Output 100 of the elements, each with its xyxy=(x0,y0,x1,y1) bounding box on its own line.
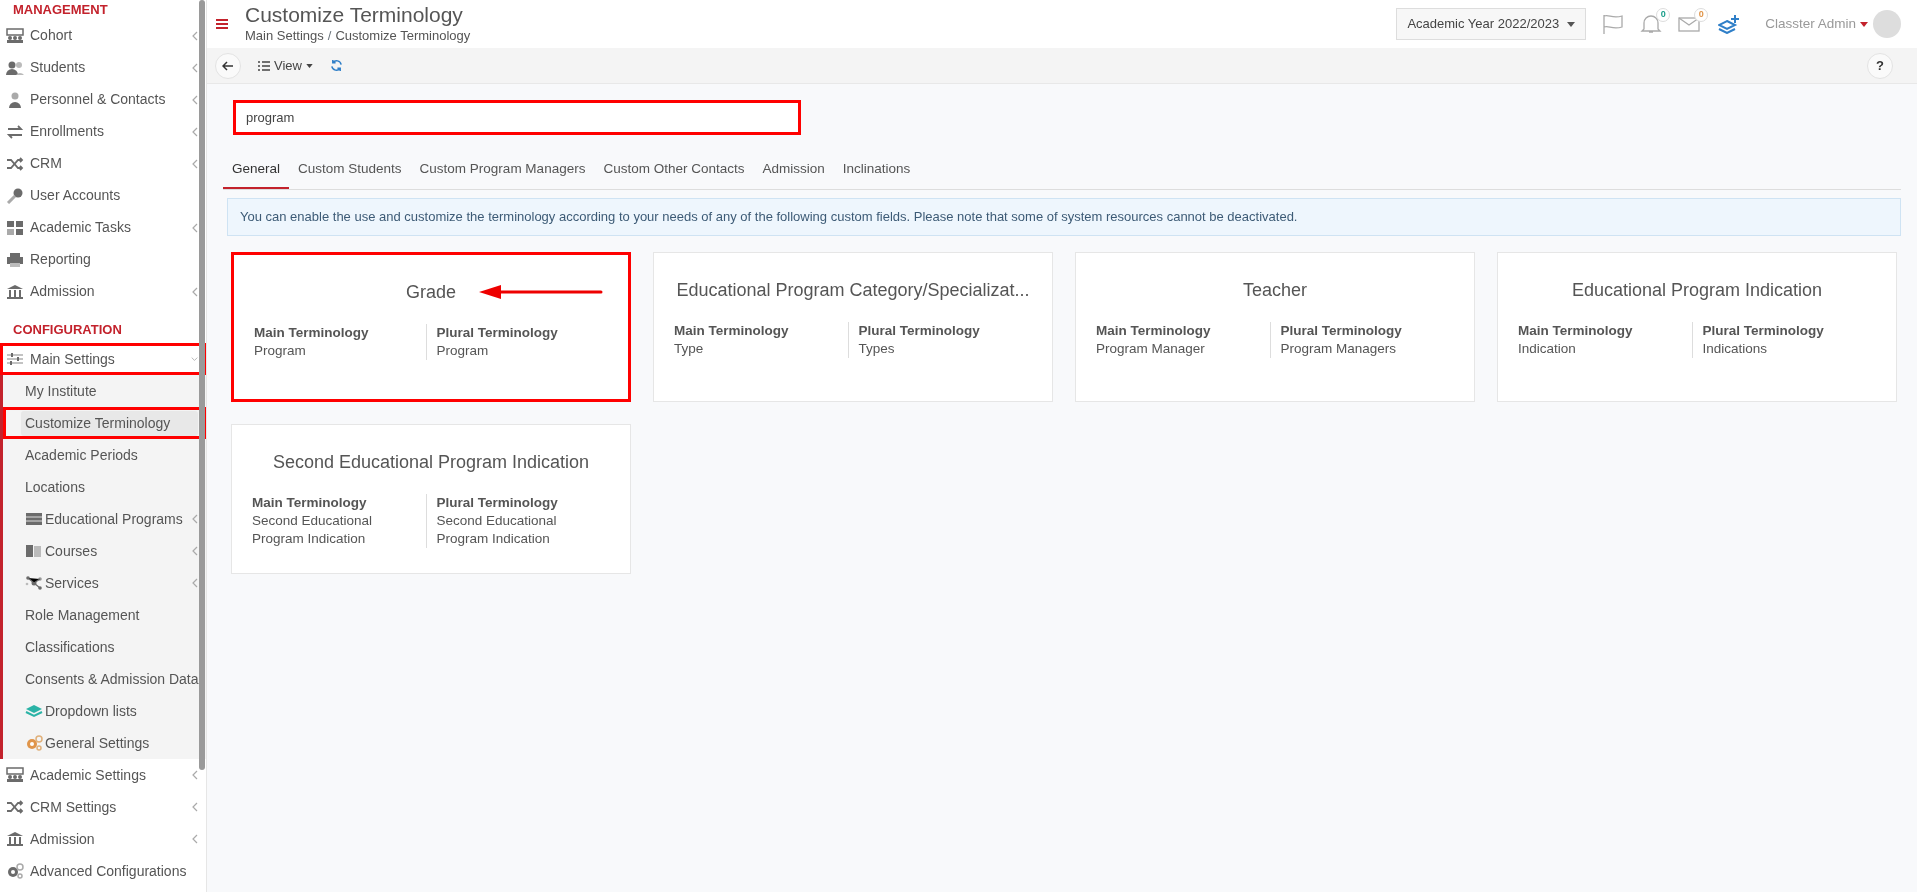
card-title: Grade xyxy=(405,280,457,304)
terminology-card[interactable]: Second Educational Program Indication Main Terminology Second Educational Program Indication Plural Terminology Second Educational Program Indication xyxy=(231,423,631,574)
list-icon xyxy=(258,60,270,71)
sidebar-item[interactable]: Cohort xyxy=(0,19,206,52)
field-label: Main Terminology xyxy=(252,493,368,512)
mail-icon xyxy=(1678,14,1701,34)
chevron-left-icon xyxy=(191,222,198,233)
chevron-left-icon xyxy=(191,94,198,105)
gears-icon xyxy=(25,735,43,751)
field-value: Second Educational Program Indication xyxy=(252,511,374,549)
sidebar-item[interactable]: Students xyxy=(0,51,206,84)
sidebar-item[interactable]: User Accounts xyxy=(0,179,206,212)
people-icon xyxy=(6,27,24,44)
tab[interactable]: General xyxy=(223,151,290,190)
field-value: Indication xyxy=(1518,339,1577,358)
search-field[interactable]: program xyxy=(233,100,801,135)
chevron-left-icon xyxy=(191,30,198,41)
terminology-card[interactable]: Educational Program Category/Specializat... Main Terminology Type Plural Terminology Types xyxy=(653,251,1053,402)
chevron-left-icon xyxy=(191,158,198,169)
notification-count: 0 xyxy=(1656,8,1671,22)
page-title: Customize Terminology xyxy=(245,2,464,26)
submenu-item[interactable]: General Settings xyxy=(3,727,206,759)
submenu-item[interactable]: Locations xyxy=(3,471,206,503)
chevron-left-icon xyxy=(191,286,198,297)
people-icon xyxy=(6,767,24,783)
field-label: Plural Terminology xyxy=(1280,321,1403,340)
breadcrumb-current: Customize Terminology xyxy=(335,26,471,45)
sidebar-item[interactable]: Academic Tasks xyxy=(0,211,206,244)
breadcrumb-link[interactable]: Main Settings xyxy=(245,25,324,46)
sidebar-item[interactable]: Main Settings xyxy=(0,343,206,375)
field-label: Main Terminology xyxy=(674,321,790,340)
section-heading: CONFIGURATION xyxy=(12,320,123,339)
chevron-left-icon xyxy=(191,770,198,780)
chevron-down-icon xyxy=(191,354,198,364)
field-label: Main Terminology xyxy=(1096,321,1212,340)
field-value: Program Manager xyxy=(1096,339,1206,358)
field-value: Second Educational Program Indication xyxy=(436,511,558,549)
field-value: Program xyxy=(254,341,307,360)
sidebar-item[interactable]: Academic Settings xyxy=(0,759,206,791)
sliders-icon xyxy=(6,351,24,367)
sidebar-item[interactable]: Admission xyxy=(0,275,206,308)
submenu-item[interactable]: My Institute xyxy=(3,375,206,407)
tab[interactable]: Custom Program Managers xyxy=(410,151,595,190)
tab[interactable]: Custom Other Contacts xyxy=(594,151,754,190)
menu-icon xyxy=(215,18,229,30)
terminology-card[interactable]: Grade Main Terminology Program Plural Terminology Program xyxy=(231,251,631,402)
submenu-item[interactable]: Classifications xyxy=(3,631,206,663)
submenu-item[interactable]: Dropdown lists xyxy=(3,695,206,727)
help-button[interactable]: ? xyxy=(1867,52,1893,79)
field-label: Plural Terminology xyxy=(1702,321,1825,340)
field-value: Indications xyxy=(1702,339,1769,358)
caret-icon xyxy=(305,63,313,68)
back-button[interactable] xyxy=(215,52,241,79)
submenu-item[interactable]: Consents & Admission Data xyxy=(3,663,206,695)
sidebar-item[interactable]: Reporting xyxy=(0,243,206,276)
card-title: Educational Program Category/Specializat... xyxy=(675,278,1031,302)
gears-icon xyxy=(6,863,24,879)
submenu-item[interactable]: Services xyxy=(3,567,206,599)
field-label: Plural Terminology xyxy=(436,323,559,342)
chevron-left-icon xyxy=(191,546,198,556)
terminology-card[interactable]: Educational Program Indication Main Terminology Indication Plural Terminology Indications xyxy=(1497,251,1897,402)
building-icon xyxy=(6,831,24,847)
tab[interactable]: Admission xyxy=(753,151,834,190)
academic-year-dropdown[interactable]: Academic Year 2022/2023 xyxy=(1396,8,1587,40)
flag-icon xyxy=(1602,14,1625,34)
view-dropdown[interactable]: View xyxy=(257,54,314,77)
sidebar-item[interactable]: Admission xyxy=(0,823,206,855)
key-icon xyxy=(6,187,24,204)
submenu-item[interactable]: Educational Programs xyxy=(3,503,206,535)
tab[interactable]: Inclinations xyxy=(833,151,920,190)
tab[interactable]: Custom Students xyxy=(289,151,411,190)
caret-icon xyxy=(1567,21,1576,27)
field-value: Program xyxy=(436,341,490,360)
refresh-button[interactable] xyxy=(329,59,343,72)
breadcrumb-separator: / xyxy=(327,26,332,45)
sidebar-item[interactable]: Personnel & Contacts xyxy=(0,83,206,116)
info-message: You can enable the use and customize the terminology according to your needs of any of the following custom fields. Please note that some of system resources cannot be deactivated. xyxy=(227,198,1901,236)
grid-icon xyxy=(6,219,24,236)
sidebar-item[interactable]: CRM Settings xyxy=(0,791,206,823)
nodes-icon xyxy=(25,575,43,591)
field-value: Program Managers xyxy=(1280,339,1398,358)
sidebar-item[interactable]: Advanced Configurations xyxy=(0,855,206,887)
building-icon xyxy=(6,283,24,300)
submenu-item[interactable]: Role Management xyxy=(3,599,206,631)
chevron-left-icon xyxy=(191,802,198,812)
refresh-icon xyxy=(329,59,343,72)
submenu-item[interactable]: Courses xyxy=(3,535,206,567)
terminology-card[interactable]: Teacher Main Terminology Program Manager Plural Terminology Program Managers xyxy=(1075,251,1475,402)
users-icon xyxy=(6,59,24,76)
person-icon xyxy=(6,91,24,108)
book-icon xyxy=(25,543,43,559)
submenu-item[interactable]: Academic Periods xyxy=(3,439,206,471)
message-count: 0 xyxy=(1694,8,1709,22)
card-title: Educational Program Indication xyxy=(1570,278,1824,302)
sidebar-item[interactable]: CRM xyxy=(0,147,206,180)
field-label: Plural Terminology xyxy=(436,493,559,512)
sidebar-item[interactable]: Enrollments xyxy=(0,115,206,148)
server-icon xyxy=(25,511,43,527)
card-title: Second Educational Program Indication xyxy=(271,450,591,474)
scrollbar[interactable] xyxy=(199,0,205,770)
